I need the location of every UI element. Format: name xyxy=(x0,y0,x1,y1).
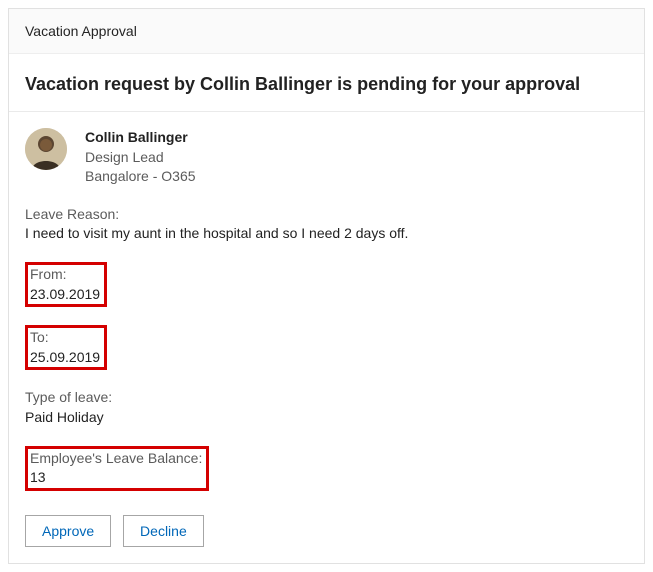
page-title: Vacation request by Collin Ballinger is … xyxy=(25,74,628,95)
card-header-title: Vacation Approval xyxy=(25,23,137,39)
from-value: 23.09.2019 xyxy=(30,285,100,305)
leave-reason-label: Leave Reason: xyxy=(25,205,628,225)
balance-label: Employee's Leave Balance: xyxy=(30,449,202,469)
to-value: 25.09.2019 xyxy=(30,348,100,368)
requester-name: Collin Ballinger xyxy=(85,128,196,148)
avatar xyxy=(25,128,67,170)
vacation-approval-card: Vacation Approval Vacation request by Co… xyxy=(8,8,645,564)
card-header: Vacation Approval xyxy=(9,9,644,54)
to-field: To: 25.09.2019 xyxy=(25,325,107,370)
approve-button[interactable]: Approve xyxy=(25,515,111,547)
to-label: To: xyxy=(30,328,100,348)
requester-role: Design Lead xyxy=(85,148,196,168)
from-label: From: xyxy=(30,265,100,285)
card-body: Vacation request by Collin Ballinger is … xyxy=(9,54,644,563)
divider xyxy=(9,111,644,112)
requester-info: Collin Ballinger Design Lead Bangalore -… xyxy=(85,128,196,187)
leave-type-label: Type of leave: xyxy=(25,388,628,408)
requester-location: Bangalore - O365 xyxy=(85,167,196,187)
avatar-icon xyxy=(25,128,67,170)
balance-value: 13 xyxy=(30,468,202,488)
leave-reason-value: I need to visit my aunt in the hospital … xyxy=(25,224,628,244)
requester-block: Collin Ballinger Design Lead Bangalore -… xyxy=(25,128,628,187)
leave-type-field: Type of leave: Paid Holiday xyxy=(25,388,628,427)
balance-field: Employee's Leave Balance: 13 xyxy=(25,446,209,491)
leave-type-value: Paid Holiday xyxy=(25,408,628,428)
action-row: Approve Decline xyxy=(25,515,628,547)
decline-button[interactable]: Decline xyxy=(123,515,204,547)
leave-reason-field: Leave Reason: I need to visit my aunt in… xyxy=(25,205,628,244)
from-field: From: 23.09.2019 xyxy=(25,262,107,307)
